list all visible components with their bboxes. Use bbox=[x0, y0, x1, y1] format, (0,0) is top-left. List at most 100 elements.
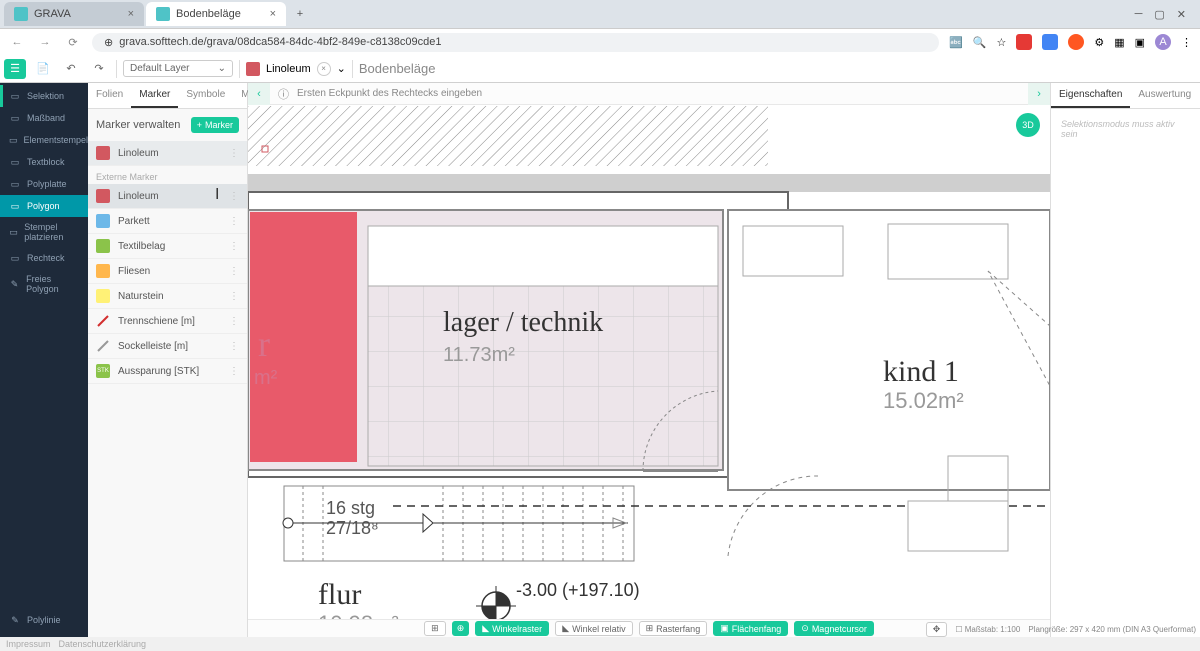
main-layout: ▭Selektion ▭Maßband ▭Elementstempel ▭Tex… bbox=[0, 83, 1200, 637]
hint-bar: ‹ ⓘ Ersten Eckpunkt des Rechtecks eingeb… bbox=[248, 83, 1050, 105]
current-marker: Linoleum × ⌄ bbox=[246, 62, 346, 76]
status-icon-button[interactable]: ⊞ bbox=[424, 621, 446, 636]
tool-textblock[interactable]: ▭Textblock bbox=[0, 151, 88, 173]
scale-label: ☐ Maßstab: 1:100 bbox=[955, 625, 1020, 634]
site-info-icon[interactable]: ⊕ bbox=[104, 36, 113, 49]
more-icon[interactable]: ⋮ bbox=[229, 191, 239, 202]
tool-massband[interactable]: ▭Maßband bbox=[0, 107, 88, 129]
forward-icon[interactable]: → bbox=[36, 36, 54, 48]
winkelraster-button[interactable]: ◣ Winkelraster bbox=[475, 621, 549, 636]
ext-icon[interactable]: ▦ bbox=[1114, 36, 1124, 49]
extensions-icon[interactable]: ⚙ bbox=[1094, 36, 1104, 49]
rasterfang-button[interactable]: ⊞ Rasterfang bbox=[639, 621, 708, 636]
menu-button[interactable]: ☰ bbox=[4, 59, 26, 79]
zoom-icon[interactable]: 🔍 bbox=[973, 36, 987, 49]
subtab-symbole[interactable]: Symbole bbox=[178, 83, 233, 108]
marker-item[interactable]: Linoleum I ⋮ bbox=[88, 184, 247, 209]
right-panel: Eigenschaften Auswertung Selektionsmodus… bbox=[1050, 83, 1200, 637]
hint-text: Ersten Eckpunkt des Rechtecks eingeben bbox=[297, 88, 482, 99]
more-icon[interactable]: ⋮ bbox=[229, 366, 239, 377]
tool-polylinie[interactable]: ✎Polylinie bbox=[0, 609, 88, 631]
status-right: ✥ ☐ Maßstab: 1:100 Plangröße: 297 x 420 … bbox=[926, 622, 1196, 637]
more-icon[interactable]: ⋮ bbox=[229, 216, 239, 227]
maximize-icon[interactable]: ▢ bbox=[1154, 8, 1164, 21]
canvas[interactable]: ‹ ⓘ Ersten Eckpunkt des Rechtecks eingeb… bbox=[248, 83, 1050, 637]
svg-text:m²: m² bbox=[254, 367, 278, 389]
favicon-icon bbox=[156, 7, 170, 21]
ext-icon[interactable] bbox=[1068, 34, 1084, 50]
marker-item[interactable]: Parkett ⋮ bbox=[88, 209, 247, 234]
polygon-icon: ▭ bbox=[9, 200, 21, 212]
right-tabs: Eigenschaften Auswertung bbox=[1051, 83, 1200, 109]
profile-icon[interactable]: A bbox=[1155, 34, 1171, 50]
redo-icon[interactable]: ↷ bbox=[88, 59, 110, 79]
undo-icon[interactable]: ↶ bbox=[60, 59, 82, 79]
status-icon-button[interactable]: ✥ bbox=[926, 622, 948, 637]
bookmark-icon[interactable]: ☆ bbox=[996, 36, 1006, 49]
tab-bodenbelaege[interactable]: Bodenbeläge × bbox=[146, 2, 286, 26]
tool-freies-polygon[interactable]: ✎Freies Polygon bbox=[0, 269, 88, 299]
footer: Impressum Datenschutzerklärung bbox=[0, 637, 1200, 651]
view-3d-button[interactable]: 3D bbox=[1016, 113, 1040, 137]
tab-eigenschaften[interactable]: Eigenschaften bbox=[1051, 83, 1130, 108]
page-title: Bodenbeläge bbox=[359, 61, 436, 76]
hint-prev-button[interactable]: ‹ bbox=[248, 83, 270, 105]
marker-item[interactable]: Fliesen ⋮ bbox=[88, 259, 247, 284]
tool-selektion[interactable]: ▭Selektion bbox=[0, 85, 88, 107]
subtab-marker[interactable]: Marker bbox=[131, 83, 178, 108]
marker-item[interactable]: Trennschiene [m] ⋮ bbox=[88, 309, 247, 334]
ext-pdf-icon[interactable] bbox=[1016, 34, 1032, 50]
ext-icon[interactable] bbox=[1042, 34, 1058, 50]
marker-item[interactable]: Naturstein ⋮ bbox=[88, 284, 247, 309]
reload-icon[interactable]: ⟳ bbox=[64, 36, 82, 49]
magnetcursor-button[interactable]: ⊙ Magnetcursor bbox=[794, 621, 874, 636]
tool-elementstempel[interactable]: ▭Elementstempel bbox=[0, 129, 88, 151]
marker-item[interactable]: Sockelleiste [m] ⋮ bbox=[88, 334, 247, 359]
more-icon[interactable]: ⋮ bbox=[229, 291, 239, 302]
file-icon[interactable]: 📄 bbox=[32, 59, 54, 79]
clear-marker-icon[interactable]: × bbox=[317, 62, 331, 76]
translate-icon[interactable]: 🔤 bbox=[949, 36, 963, 49]
tool-polyplatte[interactable]: ▭Polyplatte bbox=[0, 173, 88, 195]
layer-select[interactable]: Default Layer ⌄ bbox=[123, 60, 233, 77]
marker-swatch bbox=[96, 264, 110, 278]
marker-list: Linoleum ⋮ Externe Marker Linoleum I ⋮ P… bbox=[88, 141, 247, 637]
more-icon[interactable]: ⋮ bbox=[229, 341, 239, 352]
impressum-link[interactable]: Impressum bbox=[6, 639, 51, 649]
status-icon-button[interactable]: ⊕ bbox=[452, 621, 470, 636]
close-icon[interactable]: × bbox=[270, 8, 276, 20]
tab-grava[interactable]: GRAVA × bbox=[4, 2, 144, 26]
more-icon[interactable]: ⋮ bbox=[229, 316, 239, 327]
marker-item[interactable]: Textilbelag ⋮ bbox=[88, 234, 247, 259]
datenschutz-link[interactable]: Datenschutzerklärung bbox=[59, 639, 147, 649]
marker-item[interactable]: Linoleum ⋮ bbox=[88, 141, 247, 166]
minimize-icon[interactable]: ─ bbox=[1135, 8, 1143, 21]
tool-polygon[interactable]: ▭Polygon bbox=[0, 195, 88, 217]
right-placeholder: Selektionsmodus muss aktiv sein bbox=[1051, 109, 1200, 149]
close-icon[interactable]: ✕ bbox=[1177, 8, 1186, 21]
ext-icon[interactable]: ▣ bbox=[1135, 36, 1145, 49]
line-swatch bbox=[96, 339, 110, 353]
winkel-relativ-button[interactable]: ◣ Winkel relativ bbox=[555, 621, 632, 636]
add-marker-button[interactable]: + Marker bbox=[191, 117, 239, 133]
close-icon[interactable]: × bbox=[128, 8, 134, 20]
url-input[interactable]: ⊕ grava.softtech.de/grava/08dca584-84dc-… bbox=[92, 33, 939, 52]
new-tab-button[interactable]: + bbox=[288, 2, 312, 26]
floorplan[interactable]: r m² lager / technik 11.73m² kind 1 15.0… bbox=[248, 105, 1050, 637]
tool-rechteck[interactable]: ▭Rechteck bbox=[0, 247, 88, 269]
tool-stempel-platzieren[interactable]: ▭Stempel platzieren bbox=[0, 217, 88, 247]
window-controls: ─ ▢ ✕ bbox=[1135, 8, 1196, 21]
hint-next-button[interactable]: ‹ bbox=[1028, 83, 1050, 105]
back-icon[interactable]: ← bbox=[8, 36, 26, 48]
subtab-folien[interactable]: Folien bbox=[88, 83, 131, 108]
favicon-icon bbox=[14, 7, 28, 21]
more-icon[interactable]: ⋮ bbox=[229, 241, 239, 252]
menu-icon[interactable]: ⋮ bbox=[1181, 36, 1192, 49]
room-area: 11.73m² bbox=[443, 344, 515, 366]
tab-auswertung[interactable]: Auswertung bbox=[1130, 83, 1199, 108]
more-icon[interactable]: ⋮ bbox=[229, 266, 239, 277]
marker-item[interactable]: STK Aussparung [STK] ⋮ bbox=[88, 359, 247, 384]
more-icon[interactable]: ⋮ bbox=[229, 148, 239, 159]
chevron-down-icon[interactable]: ⌄ bbox=[337, 62, 346, 75]
flaechenfang-button[interactable]: ▣ Flächenfang bbox=[713, 621, 788, 636]
